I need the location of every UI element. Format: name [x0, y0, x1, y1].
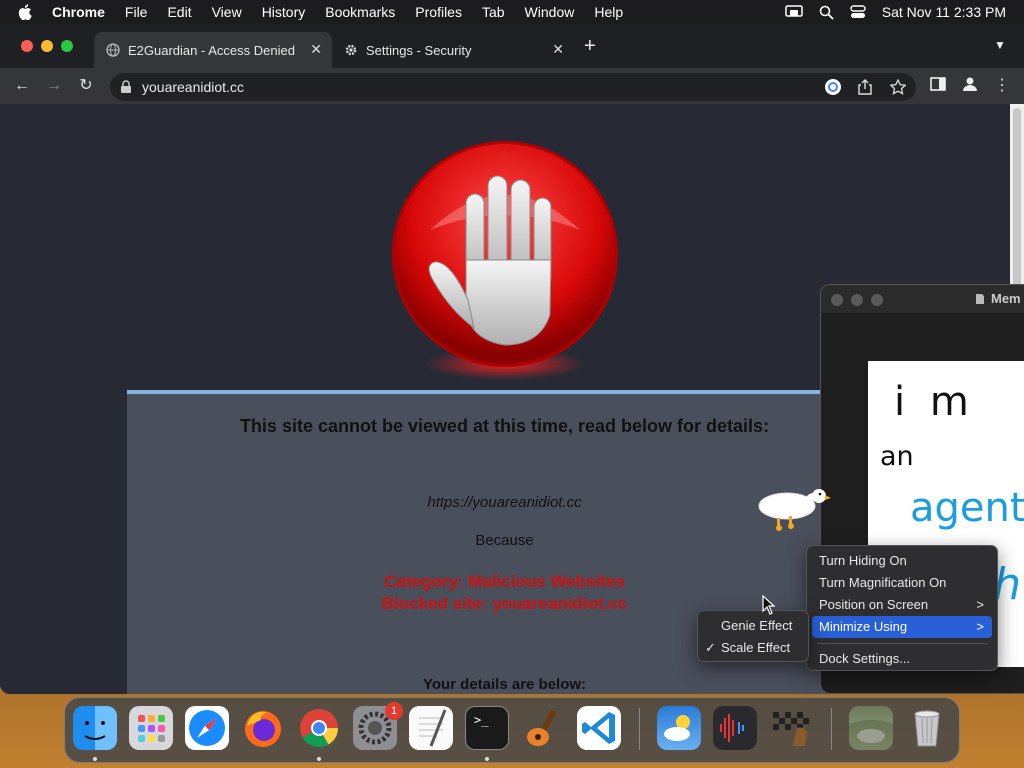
control-center-icon[interactable]	[850, 5, 866, 19]
chrome-icon[interactable]	[297, 706, 341, 750]
menu-window[interactable]: Window	[525, 4, 575, 20]
minimize-effect-submenu: Genie Effect ✓ Scale Effect	[697, 610, 809, 662]
reload-icon[interactable]: ↻	[76, 76, 96, 96]
tab-settings-security[interactable]: Settings - Security ✕	[332, 32, 574, 68]
memo-zoom-button[interactable]	[871, 294, 883, 306]
submenu-arrow-icon: >	[976, 597, 984, 612]
handwriting-line: i m	[894, 379, 975, 425]
kebab-menu-icon[interactable]: ⋮	[992, 76, 1012, 96]
desktop: Chrome File Edit View History Bookmarks …	[0, 0, 1024, 768]
page-heading: This site cannot be viewed at this time,…	[239, 416, 770, 436]
back-arrow-icon[interactable]: ←	[12, 76, 32, 96]
memo-titlebar[interactable]: Mem	[821, 285, 1024, 313]
running-indicator	[485, 757, 489, 761]
menu-bar: Chrome File Edit View History Bookmarks …	[0, 0, 1024, 24]
menu-item-turn-magnification-on[interactable]: Turn Magnification On	[812, 572, 992, 594]
tab-access-denied[interactable]: E2Guardian - Access Denied ✕	[94, 32, 332, 68]
globe-icon	[106, 43, 120, 57]
vscode-icon[interactable]	[577, 706, 621, 750]
gear-icon	[345, 44, 357, 56]
menu-edit[interactable]: Edit	[167, 4, 191, 20]
dock-context-menu: Turn Hiding On Turn Magnification On Pos…	[806, 545, 998, 671]
memo-minimize-button[interactable]	[851, 294, 863, 306]
dock-separator	[639, 708, 640, 750]
desktop-goose-icon[interactable]	[757, 486, 831, 536]
memo-close-button[interactable]	[831, 294, 843, 306]
profile-avatar-icon[interactable]	[960, 76, 980, 96]
menu-separator	[817, 643, 987, 644]
dock-separator	[831, 708, 832, 750]
spotlight-search-icon[interactable]	[819, 5, 834, 20]
tab-label: Settings - Security	[366, 42, 472, 58]
trash-icon[interactable]	[905, 706, 949, 750]
menu-item-position-on-screen[interactable]: Position on Screen >	[812, 594, 992, 616]
google-lens-icon[interactable]	[824, 78, 842, 96]
apple-icon[interactable]	[18, 4, 32, 20]
mouse-pointer-icon	[762, 595, 776, 615]
menu-help[interactable]: Help	[594, 4, 623, 20]
address-bar[interactable]: youareanidiot.cc	[110, 73, 916, 101]
menu-item-turn-hiding-on[interactable]: Turn Hiding On	[812, 550, 992, 572]
menu-bookmarks[interactable]: Bookmarks	[325, 4, 395, 20]
dock: 1 >_	[64, 697, 960, 763]
terminal-icon[interactable]: >_	[465, 706, 509, 750]
menu-item-scale-effect[interactable]: ✓ Scale Effect	[703, 637, 803, 659]
memo-title: Mem	[991, 291, 1021, 306]
tab-label: E2Guardian - Access Denied	[128, 42, 295, 58]
forward-arrow-icon[interactable]: →	[44, 76, 64, 96]
chevron-down-icon[interactable]: ▼	[994, 38, 1006, 52]
window-close-button[interactable]	[21, 40, 33, 52]
screen-mirroring-icon[interactable]	[785, 5, 803, 19]
handwriting-line: an	[880, 441, 914, 472]
notification-badge: 1	[385, 702, 403, 720]
weather-icon[interactable]	[657, 706, 701, 750]
checkmark-icon: ✓	[705, 640, 716, 655]
close-tab-icon[interactable]: ✕	[310, 41, 322, 58]
submenu-arrow-icon: >	[976, 619, 984, 634]
menu-profiles[interactable]: Profiles	[415, 4, 462, 20]
preview-thumbnail-icon[interactable]	[849, 706, 893, 750]
browser-toolbar: ← → ↻ youareanidiot.cc ⋮	[0, 68, 1024, 104]
details-heading: Your details are below:	[422, 676, 587, 693]
clock[interactable]: Sat Nov 11 2:33 PM	[882, 4, 1006, 20]
running-indicator	[93, 757, 97, 761]
stop-hand-icon	[392, 141, 618, 380]
audio-waveform-icon[interactable]	[713, 706, 757, 750]
menu-history[interactable]: History	[262, 4, 306, 20]
scrollbar-thumb[interactable]	[1013, 108, 1021, 288]
app-menu-chrome[interactable]: Chrome	[52, 4, 105, 20]
share-icon[interactable]	[858, 79, 872, 95]
garageband-icon[interactable]	[521, 706, 565, 750]
menu-item-genie-effect[interactable]: Genie Effect	[703, 615, 803, 637]
textedit-icon[interactable]	[409, 706, 453, 750]
side-panel-icon[interactable]	[928, 76, 948, 96]
url-text: youareanidiot.cc	[142, 79, 244, 95]
chess-icon[interactable]	[769, 706, 813, 750]
tab-strip: E2Guardian - Access Denied ✕ Settings - …	[0, 24, 1024, 68]
menu-view[interactable]: View	[212, 4, 242, 20]
finder-icon[interactable]	[73, 706, 117, 750]
safari-icon[interactable]	[185, 706, 229, 750]
window-zoom-button[interactable]	[61, 40, 73, 52]
menu-tab[interactable]: Tab	[482, 4, 505, 20]
menu-item-dock-settings[interactable]: Dock Settings...	[812, 648, 992, 670]
lock-icon	[121, 80, 131, 93]
menu-file[interactable]: File	[125, 4, 148, 20]
block-category: Category: Malicious Websites	[384, 572, 625, 591]
new-tab-button[interactable]: +	[584, 36, 596, 56]
window-minimize-button[interactable]	[41, 40, 53, 52]
launchpad-icon[interactable]	[129, 706, 173, 750]
document-icon	[976, 294, 984, 304]
close-tab-icon[interactable]: ✕	[552, 41, 564, 58]
handwriting-line: agent	[910, 485, 1024, 531]
running-indicator	[317, 757, 321, 761]
menu-item-minimize-using[interactable]: Minimize Using >	[812, 616, 992, 638]
firefox-icon[interactable]	[241, 706, 285, 750]
bookmark-star-icon[interactable]	[890, 79, 906, 95]
